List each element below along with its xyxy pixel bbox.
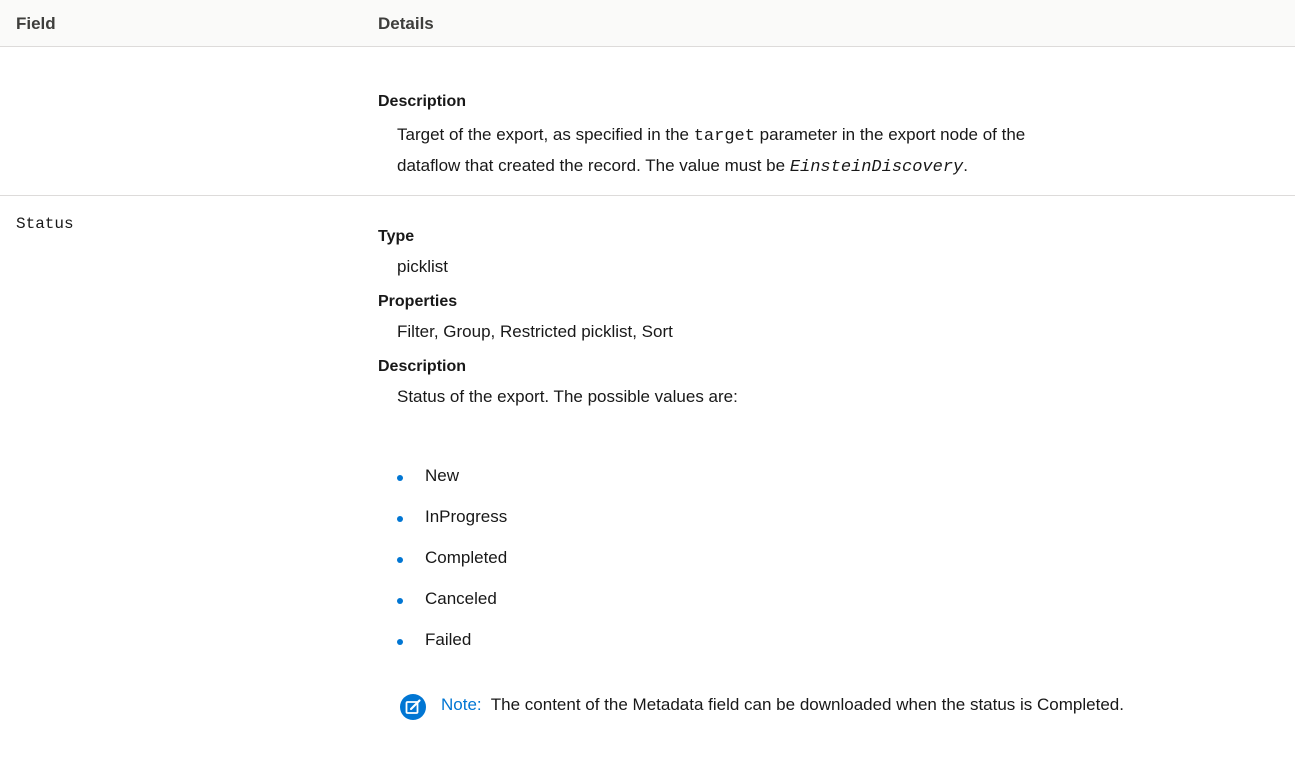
list-item: InProgress: [425, 507, 508, 526]
list-item: New: [425, 466, 460, 485]
note-edit-icon: [400, 694, 426, 720]
bullet: [397, 475, 403, 481]
code-target: target: [693, 127, 755, 146]
column-header-field: Field: [16, 14, 56, 33]
note-body: The content of the Metadata field can be…: [490, 695, 1124, 714]
bullet: [397, 557, 403, 563]
row-divider: [0, 195, 1295, 196]
description-label: Description: [378, 358, 467, 375]
list-item: Canceled: [425, 589, 497, 608]
type-value: picklist: [397, 257, 449, 276]
properties-value: Filter, Group, Restricted picklist, Sort: [397, 322, 673, 341]
description-intro: Status of the export. The possible value…: [397, 387, 738, 406]
description-label: Description: [378, 93, 467, 110]
table-header: Field Details: [0, 0, 1295, 47]
description-text-part: .: [963, 156, 968, 175]
description-text-part: dataflow that created the record. The va…: [397, 156, 790, 175]
type-label: Type: [378, 228, 415, 245]
properties-label: Properties: [378, 293, 458, 310]
bullet: [397, 598, 403, 604]
bullet: [397, 639, 403, 645]
list-item: Failed: [425, 630, 472, 649]
list-item: Completed: [425, 548, 508, 567]
description-text-part: parameter in the export node of the: [754, 125, 1026, 144]
description-text: Target of the export, as specified in th…: [397, 120, 1277, 182]
code-einstein-discovery: EinsteinDiscovery: [789, 158, 964, 177]
bullet: [397, 516, 403, 522]
note-text: Note: The content of the Metadata field …: [441, 690, 1261, 719]
field-name-status: Status: [16, 215, 74, 233]
note-label: Note:: [441, 695, 482, 714]
column-header-details: Details: [378, 14, 434, 33]
description-text-part: Target of the export, as specified in th…: [397, 125, 694, 144]
